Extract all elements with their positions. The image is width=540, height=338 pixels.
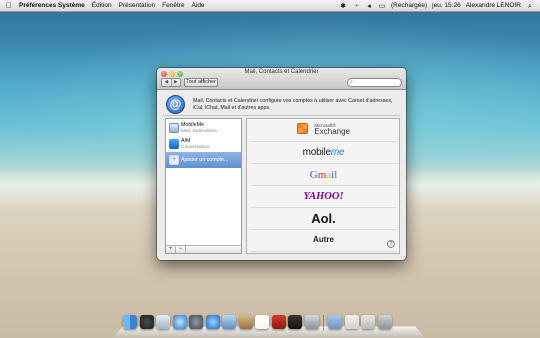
dock [113, 312, 425, 338]
downloads-stack-icon[interactable] [328, 315, 342, 329]
bluetooth-icon[interactable]: ✱ [339, 3, 347, 10]
exchange-logo-text: Microsoft® Exchange [314, 123, 351, 136]
account-name: MobileMe [181, 122, 204, 128]
menu-presentation[interactable]: Présentation [119, 0, 156, 12]
aim-icon [169, 139, 179, 149]
window-titlebar[interactable]: Mail, Contacts et Calendrier ◀ ▶ Tout af… [157, 68, 406, 90]
add-account-row[interactable]: + Ajouter un compte... [166, 152, 241, 168]
dashboard-icon[interactable] [139, 315, 154, 329]
spotlight-icon[interactable]: ⌕ [526, 3, 534, 10]
dock-icons [123, 315, 394, 335]
account-services: Mail, Calendriers [181, 128, 217, 134]
provider-aol[interactable]: Aol. [250, 208, 397, 230]
add-account-button[interactable]: + [166, 246, 176, 253]
volume-icon[interactable]: ◂ [365, 3, 373, 10]
wifi-icon[interactable]: ◔ [352, 3, 360, 10]
quicktime-icon[interactable] [288, 315, 302, 329]
nav-buttons: ◀ ▶ [161, 78, 181, 87]
menu-extras: ✱ ◔ ◂ ▭ (Rechargée) jeu. 15:26 Alexandre… [334, 0, 534, 12]
applications-stack-icon[interactable] [361, 315, 375, 329]
remove-account-button[interactable]: − [176, 246, 186, 253]
provider-yahoo[interactable]: YAHOO! [250, 186, 397, 208]
gmail-letter: l [334, 169, 338, 181]
iphoto-icon[interactable] [222, 315, 236, 329]
gmail-letter: m [317, 169, 327, 181]
menu-bar:  Préférences Système Édition Présentati… [0, 0, 540, 12]
preferences-icon[interactable] [304, 315, 319, 329]
account-services: Conversation [181, 144, 210, 150]
menu-clock[interactable]: jeu. 15:26 [432, 0, 461, 12]
mail-contacts-calendar-window: Mail, Contacts et Calendrier ◀ ▶ Tout af… [157, 68, 406, 260]
system-preferences-icon[interactable] [189, 315, 203, 329]
add-account-icon: + [169, 155, 179, 165]
help-button[interactable]: ? [387, 240, 395, 248]
menu-aide[interactable]: Aide [192, 0, 205, 12]
header-divider [163, 115, 400, 116]
forward-button[interactable]: ▶ [170, 79, 181, 86]
account-name: AIM [181, 138, 191, 144]
mobileme-prefix: mobile [302, 147, 331, 158]
itunes-icon[interactable] [205, 315, 220, 329]
providers-pane: Microsoft® Exchange mobileme Gmail YAHOO… [246, 118, 400, 254]
apple-menu-icon[interactable]:  [6, 0, 12, 12]
search-field[interactable]: ⌕ [347, 78, 402, 87]
menu-edition[interactable]: Édition [92, 0, 112, 12]
exchange-label: Exchange [314, 126, 351, 136]
calendar-icon[interactable] [255, 315, 269, 329]
battery-status: (Rechargée) [391, 2, 428, 9]
account-aim[interactable]: AIM Conversation [166, 136, 241, 152]
account-name: Ajouter un compte... [181, 157, 229, 163]
accounts-list: MobileMe Mail, Calendriers AIM Conversat… [165, 118, 242, 254]
documents-stack-icon[interactable] [344, 315, 359, 329]
list-buttons: + − [166, 245, 241, 253]
window-title: Mail, Contacts et Calendrier [244, 69, 319, 75]
trash-icon[interactable] [377, 315, 392, 329]
search-icon: ⌕ [350, 79, 353, 85]
photo-booth-icon[interactable] [271, 315, 286, 329]
mail-at-icon: @ [166, 95, 185, 114]
address-book-icon[interactable] [238, 315, 253, 329]
menu-fenetre[interactable]: Fenêtre [162, 0, 184, 12]
gmail-letter: G [309, 169, 318, 181]
pane-description: Mail, Contacts et Calendrier configure v… [193, 98, 393, 111]
finder-icon[interactable] [123, 315, 137, 329]
provider-mobileme[interactable]: mobileme [250, 142, 397, 164]
dock-separator [323, 315, 324, 331]
exchange-logo-icon [296, 123, 308, 135]
mobileme-icon [169, 123, 179, 133]
menu-user[interactable]: Alexandre LENOIR [466, 0, 521, 12]
provider-gmail[interactable]: Gmail [250, 164, 397, 186]
mail-icon[interactable] [156, 315, 170, 329]
provider-other[interactable]: Autre [250, 230, 397, 252]
gmail-logo: Gmail [310, 169, 338, 181]
account-mobileme[interactable]: MobileMe Mail, Calendriers [166, 120, 241, 136]
show-all-button[interactable]: Tout afficher [184, 78, 218, 87]
safari-icon[interactable] [172, 315, 187, 329]
back-button[interactable]: ◀ [162, 79, 171, 86]
provider-exchange[interactable]: Microsoft® Exchange [250, 120, 397, 142]
menu-app-name[interactable]: Préférences Système [19, 0, 85, 12]
battery-icon[interactable]: ▭ [378, 3, 386, 10]
mobileme-suffix: me [330, 147, 345, 158]
